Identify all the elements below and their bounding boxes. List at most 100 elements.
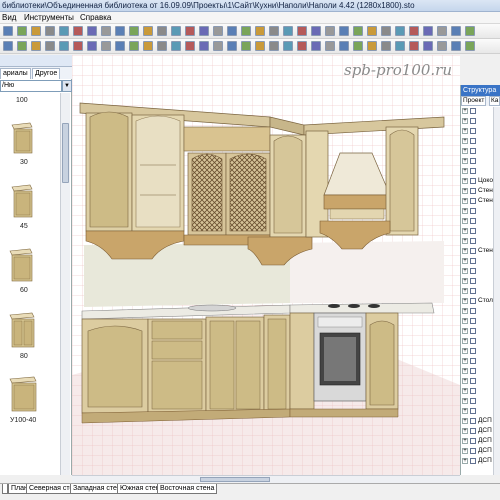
library-scrollbar[interactable]	[60, 93, 70, 475]
canvas-horizontal-scrollbar[interactable]	[72, 475, 460, 483]
toolbar-icon-button[interactable]	[409, 26, 419, 36]
tree-row[interactable]: +	[461, 387, 493, 396]
expand-icon[interactable]: +	[462, 158, 468, 164]
expand-icon[interactable]: +	[462, 418, 468, 424]
toolbar-icon-button[interactable]	[227, 26, 237, 36]
visibility-checkbox[interactable]	[470, 338, 476, 344]
tree-row[interactable]: +	[461, 287, 493, 296]
toolbar-icon-button[interactable]	[3, 26, 13, 36]
toolbar-icon-button[interactable]	[73, 41, 83, 51]
toolbar-icon-button[interactable]	[339, 41, 349, 51]
tree-row[interactable]: +	[461, 127, 493, 136]
toolbar-icon-button[interactable]	[185, 41, 195, 51]
expand-icon[interactable]: +	[462, 188, 468, 194]
expand-icon[interactable]: +	[462, 438, 468, 444]
expand-icon[interactable]: +	[462, 458, 468, 464]
toolbar-icon-button[interactable]	[73, 26, 83, 36]
tree-row[interactable]: + ДСП	[461, 457, 493, 466]
expand-icon[interactable]: +	[462, 448, 468, 454]
expand-icon[interactable]: +	[462, 228, 468, 234]
toolbar-icon-button[interactable]	[283, 41, 293, 51]
toolbar-icon-button[interactable]	[311, 26, 321, 36]
visibility-checkbox[interactable]	[470, 148, 476, 154]
toolbar-icon-button[interactable]	[31, 41, 41, 51]
tree-row[interactable]: +	[461, 397, 493, 406]
expand-icon[interactable]: +	[462, 378, 468, 384]
visibility-checkbox[interactable]	[470, 238, 476, 244]
expand-icon[interactable]: +	[462, 208, 468, 214]
menu-help[interactable]: Справка	[80, 13, 111, 22]
visibility-checkbox[interactable]	[470, 248, 476, 254]
visibility-checkbox[interactable]	[470, 258, 476, 264]
visibility-checkbox[interactable]	[470, 218, 476, 224]
visibility-checkbox[interactable]	[470, 448, 476, 454]
visibility-checkbox[interactable]	[470, 368, 476, 374]
expand-icon[interactable]: +	[462, 358, 468, 364]
tree-row[interactable]: +	[461, 267, 493, 276]
visibility-checkbox[interactable]	[470, 108, 476, 114]
expand-icon[interactable]: +	[462, 108, 468, 114]
toolbar-icon-button[interactable]	[157, 41, 167, 51]
toolbar-icon-button[interactable]	[101, 41, 111, 51]
toolbar-icon-button[interactable]	[241, 26, 251, 36]
toolbar-icon-button[interactable]	[381, 26, 391, 36]
toolbar-icon-button[interactable]	[381, 41, 391, 51]
tree-row[interactable]: +	[461, 347, 493, 356]
structure-scrollbar[interactable]	[493, 107, 500, 475]
toolbar-icon-button[interactable]	[297, 41, 307, 51]
toolbar-icon-button[interactable]	[171, 26, 181, 36]
visibility-checkbox[interactable]	[470, 328, 476, 334]
visibility-checkbox[interactable]	[470, 388, 476, 394]
toolbar-icon-button[interactable]	[339, 26, 349, 36]
toolbar-icon-button[interactable]	[269, 26, 279, 36]
visibility-checkbox[interactable]	[470, 358, 476, 364]
toolbar-icon-button[interactable]	[353, 26, 363, 36]
menu-tools[interactable]: Инструменты	[24, 13, 74, 22]
visibility-checkbox[interactable]	[470, 168, 476, 174]
tree-row[interactable]: +	[461, 377, 493, 386]
expand-icon[interactable]: +	[462, 268, 468, 274]
visibility-checkbox[interactable]	[470, 398, 476, 404]
visibility-checkbox[interactable]	[470, 408, 476, 414]
toolbar-icon-button[interactable]	[423, 26, 433, 36]
tree-row[interactable]: +	[461, 207, 493, 216]
visibility-checkbox[interactable]	[470, 118, 476, 124]
expand-icon[interactable]: +	[462, 368, 468, 374]
expand-icon[interactable]: +	[462, 168, 468, 174]
expand-icon[interactable]: +	[462, 338, 468, 344]
expand-icon[interactable]: +	[462, 388, 468, 394]
toolbar-icon-button[interactable]	[87, 26, 97, 36]
expand-icon[interactable]: +	[462, 328, 468, 334]
visibility-checkbox[interactable]	[470, 268, 476, 274]
toolbar-icon-button[interactable]	[17, 26, 27, 36]
tree-row[interactable]: +	[461, 117, 493, 126]
expand-icon[interactable]: +	[462, 428, 468, 434]
tree-row[interactable]: +	[461, 317, 493, 326]
expand-icon[interactable]: +	[462, 198, 468, 204]
expand-icon[interactable]: +	[462, 308, 468, 314]
menu-view[interactable]: Вид	[2, 13, 16, 22]
cabinet-thumbnail[interactable]	[8, 183, 34, 219]
toolbar-icon-button[interactable]	[31, 26, 41, 36]
toolbar-icon-button[interactable]	[101, 26, 111, 36]
cabinet-thumbnail[interactable]	[6, 247, 34, 283]
visibility-checkbox[interactable]	[470, 308, 476, 314]
visibility-checkbox[interactable]	[470, 418, 476, 424]
tree-row[interactable]: +	[461, 277, 493, 286]
tree-row[interactable]: +	[461, 307, 493, 316]
tree-row[interactable]: + Стен	[461, 247, 493, 256]
toolbar-icon-button[interactable]	[143, 26, 153, 36]
visibility-checkbox[interactable]	[470, 138, 476, 144]
visibility-checkbox[interactable]	[470, 438, 476, 444]
visibility-checkbox[interactable]	[470, 458, 476, 464]
cabinet-thumbnail[interactable]	[6, 311, 36, 349]
toolbar-icon-button[interactable]	[325, 26, 335, 36]
toolbar-icon-button[interactable]	[325, 41, 335, 51]
toolbar-icon-button[interactable]	[129, 26, 139, 36]
toolbar-icon-button[interactable]	[87, 41, 97, 51]
visibility-checkbox[interactable]	[470, 318, 476, 324]
expand-icon[interactable]: +	[462, 248, 468, 254]
toolbar-icon-button[interactable]	[45, 26, 55, 36]
tree-row[interactable]: +	[461, 367, 493, 376]
tree-row[interactable]: + Стен	[461, 197, 493, 206]
